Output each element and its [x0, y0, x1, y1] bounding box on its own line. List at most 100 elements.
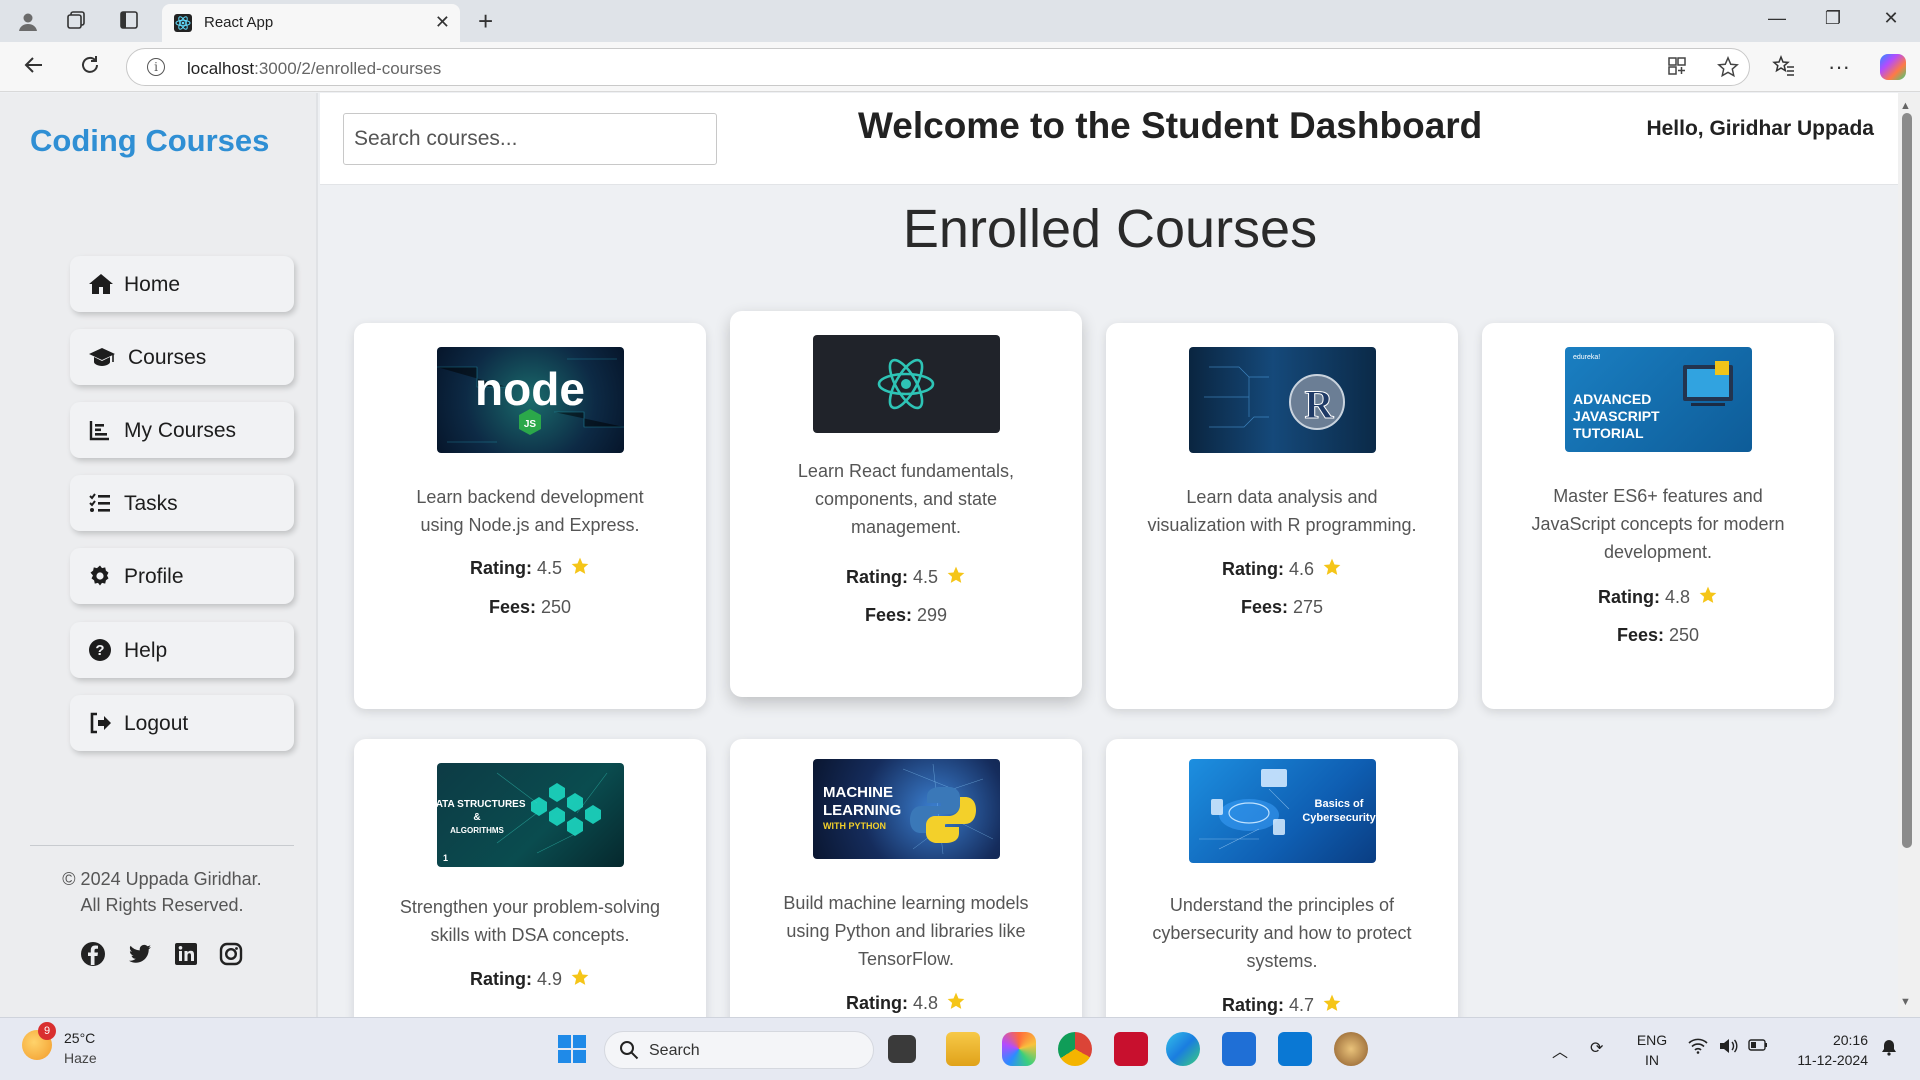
svg-text:LEARNING: LEARNING	[823, 802, 901, 819]
course-thumbnail: R	[1189, 347, 1376, 453]
twitter-icon[interactable]	[127, 941, 153, 967]
course-description: Understand the principles of cybersecuri…	[1132, 891, 1432, 975]
star-icon	[947, 992, 965, 1009]
edge-icon[interactable]	[1166, 1032, 1200, 1066]
browser-tab[interactable]: React App ✕	[162, 4, 460, 42]
course-description: Learn data analysis and visualization wi…	[1132, 483, 1432, 539]
file-explorer-icon[interactable]	[946, 1032, 980, 1066]
scroll-up-icon[interactable]: ▲	[1900, 100, 1911, 112]
battery-icon[interactable]	[1748, 1038, 1768, 1057]
weather-condition[interactable]: Haze	[64, 1050, 97, 1066]
restore-icon[interactable]: ❐	[1818, 8, 1848, 29]
desc-line: Master ES6+ features and	[1553, 486, 1763, 506]
close-window-icon[interactable]: ✕	[1876, 8, 1906, 29]
course-card[interactable]: Learn React fundamentals, components, an…	[730, 311, 1082, 697]
taskbar-search[interactable]: Search	[604, 1031, 874, 1069]
thumbnail-sub: edureka!	[1573, 354, 1600, 361]
facebook-icon[interactable]	[80, 941, 106, 967]
page-title: Welcome to the Student Dashboard	[858, 105, 1483, 146]
desc-line: Learn backend development	[416, 487, 644, 507]
sidebar-item-home[interactable]: Home	[70, 256, 294, 312]
fees-label: Fees:	[864, 605, 912, 625]
scrollbar-thumb[interactable]	[1902, 113, 1912, 848]
sidebar-item-my-courses[interactable]: My Courses	[70, 402, 294, 458]
tasks-list-icon	[88, 491, 114, 515]
volume-icon[interactable]	[1718, 1038, 1738, 1059]
show-hidden-icons[interactable]: ︿	[1552, 1038, 1568, 1062]
wifi-icon[interactable]	[1688, 1038, 1708, 1059]
search-input[interactable]	[343, 113, 717, 165]
course-thumbnail: edureka! ADVANCED JAVASCRIPT TUTORIAL	[1565, 347, 1752, 452]
copilot-icon[interactable]	[1880, 54, 1906, 80]
mcafee-icon[interactable]	[1114, 1032, 1148, 1066]
favorites-list-icon[interactable]	[1772, 54, 1796, 84]
desc-line: cybersecurity and how to protect	[1152, 923, 1412, 943]
profile-icon[interactable]	[16, 9, 40, 33]
rating-value: 4.9	[536, 969, 563, 989]
url-text: localhost:3000/2/enrolled-courses	[187, 59, 442, 78]
course-card[interactable]: node JS Learn backend development using …	[354, 323, 706, 709]
new-tab-icon[interactable]: +	[478, 6, 493, 37]
course-card[interactable]: DATA STRUCTURES & ALGORITHMS 1 Strengthe…	[354, 739, 706, 1017]
course-thumbnail: MACHINE LEARNING WITH PYTHON	[813, 759, 1000, 859]
desc-line: Learn React fundamentals,	[797, 461, 1015, 481]
sidebar-item-profile[interactable]: Profile	[70, 548, 294, 604]
minimize-icon[interactable]: —	[1762, 8, 1792, 29]
app-icon[interactable]	[1334, 1032, 1368, 1066]
site-info-icon[interactable]: i	[147, 58, 165, 76]
thumbnail-text: node	[475, 363, 585, 415]
rating-label: Rating:	[469, 969, 532, 989]
rating-value: 4.5	[536, 558, 563, 578]
thumbnail-sub: WITH PYTHON	[823, 821, 886, 831]
fees-value: 299	[917, 605, 948, 625]
reload-icon[interactable]	[76, 54, 104, 82]
chrome-icon[interactable]	[1058, 1032, 1092, 1066]
course-fees: Fees: 250	[1482, 625, 1834, 646]
sidebar-item-tasks[interactable]: Tasks	[70, 475, 294, 531]
system-clock[interactable]: 20:16 11-12-2024	[1788, 1030, 1868, 1070]
desc-line: TensorFlow.	[857, 949, 955, 969]
rating-value: 4.8	[912, 993, 939, 1013]
bar-chart-icon	[88, 418, 114, 442]
course-card[interactable]: Basics of Cybersecurity Understand the p…	[1106, 739, 1458, 1017]
course-card[interactable]: edureka! ADVANCED JAVASCRIPT TUTORIAL Ma…	[1482, 323, 1834, 709]
svg-text:&: &	[473, 812, 480, 823]
desc-line: components, and state	[814, 489, 998, 509]
taskbar-search-label: Search	[649, 1042, 700, 1059]
scroll-down-icon[interactable]: ▼	[1900, 996, 1911, 1008]
fees-label: Fees:	[1240, 597, 1288, 617]
store-icon[interactable]	[1222, 1032, 1256, 1066]
brand-title[interactable]: Coding Courses	[30, 123, 269, 159]
course-card[interactable]: R Learn data analysis and visualization …	[1106, 323, 1458, 709]
svg-text:MACHINE: MACHINE	[823, 784, 893, 801]
app-available-icon[interactable]	[1667, 56, 1687, 82]
tab-close-icon[interactable]: ✕	[435, 12, 450, 33]
sidebar-item-logout[interactable]: Logout	[70, 695, 294, 751]
notification-bell-icon[interactable]	[1880, 1038, 1898, 1061]
url-bar[interactable]: i localhost:3000/2/enrolled-courses	[126, 48, 1750, 86]
favorite-star-icon[interactable]	[1717, 55, 1739, 84]
sync-icon[interactable]: ⟳	[1590, 1038, 1603, 1058]
rating-value: 4.6	[1288, 559, 1315, 579]
section-heading: Enrolled Courses	[902, 199, 1318, 259]
language-indicator[interactable]: ENG IN	[1636, 1030, 1668, 1070]
sidebar-item-courses[interactable]: Courses	[70, 329, 294, 385]
vscode-icon[interactable]	[1278, 1032, 1312, 1066]
sidebar-item-help[interactable]: ? Help	[70, 622, 294, 678]
desc-line: Understand the principles of	[1169, 895, 1395, 915]
app-page: Coding Courses Home Courses My Courses T…	[0, 93, 1920, 1017]
temperature[interactable]: 25°C	[64, 1030, 95, 1046]
more-options-icon[interactable]: ···	[1828, 54, 1850, 80]
linkedin-icon[interactable]	[173, 941, 199, 967]
graduation-cap-icon	[88, 345, 115, 369]
tab-actions-icon[interactable]	[117, 9, 141, 33]
course-card[interactable]: MACHINE LEARNING WITH PYTHON Build machi…	[730, 739, 1082, 1017]
copilot-app-icon[interactable]	[1002, 1032, 1036, 1066]
address-toolbar: i localhost:3000/2/enrolled-courses ···	[0, 42, 1920, 92]
back-icon[interactable]	[20, 54, 48, 82]
workspaces-icon[interactable]	[64, 9, 88, 33]
windows-start-icon[interactable]	[555, 1032, 589, 1066]
task-view-icon[interactable]	[888, 1035, 916, 1063]
instagram-icon[interactable]	[218, 941, 244, 967]
course-thumbnail	[813, 335, 1000, 433]
